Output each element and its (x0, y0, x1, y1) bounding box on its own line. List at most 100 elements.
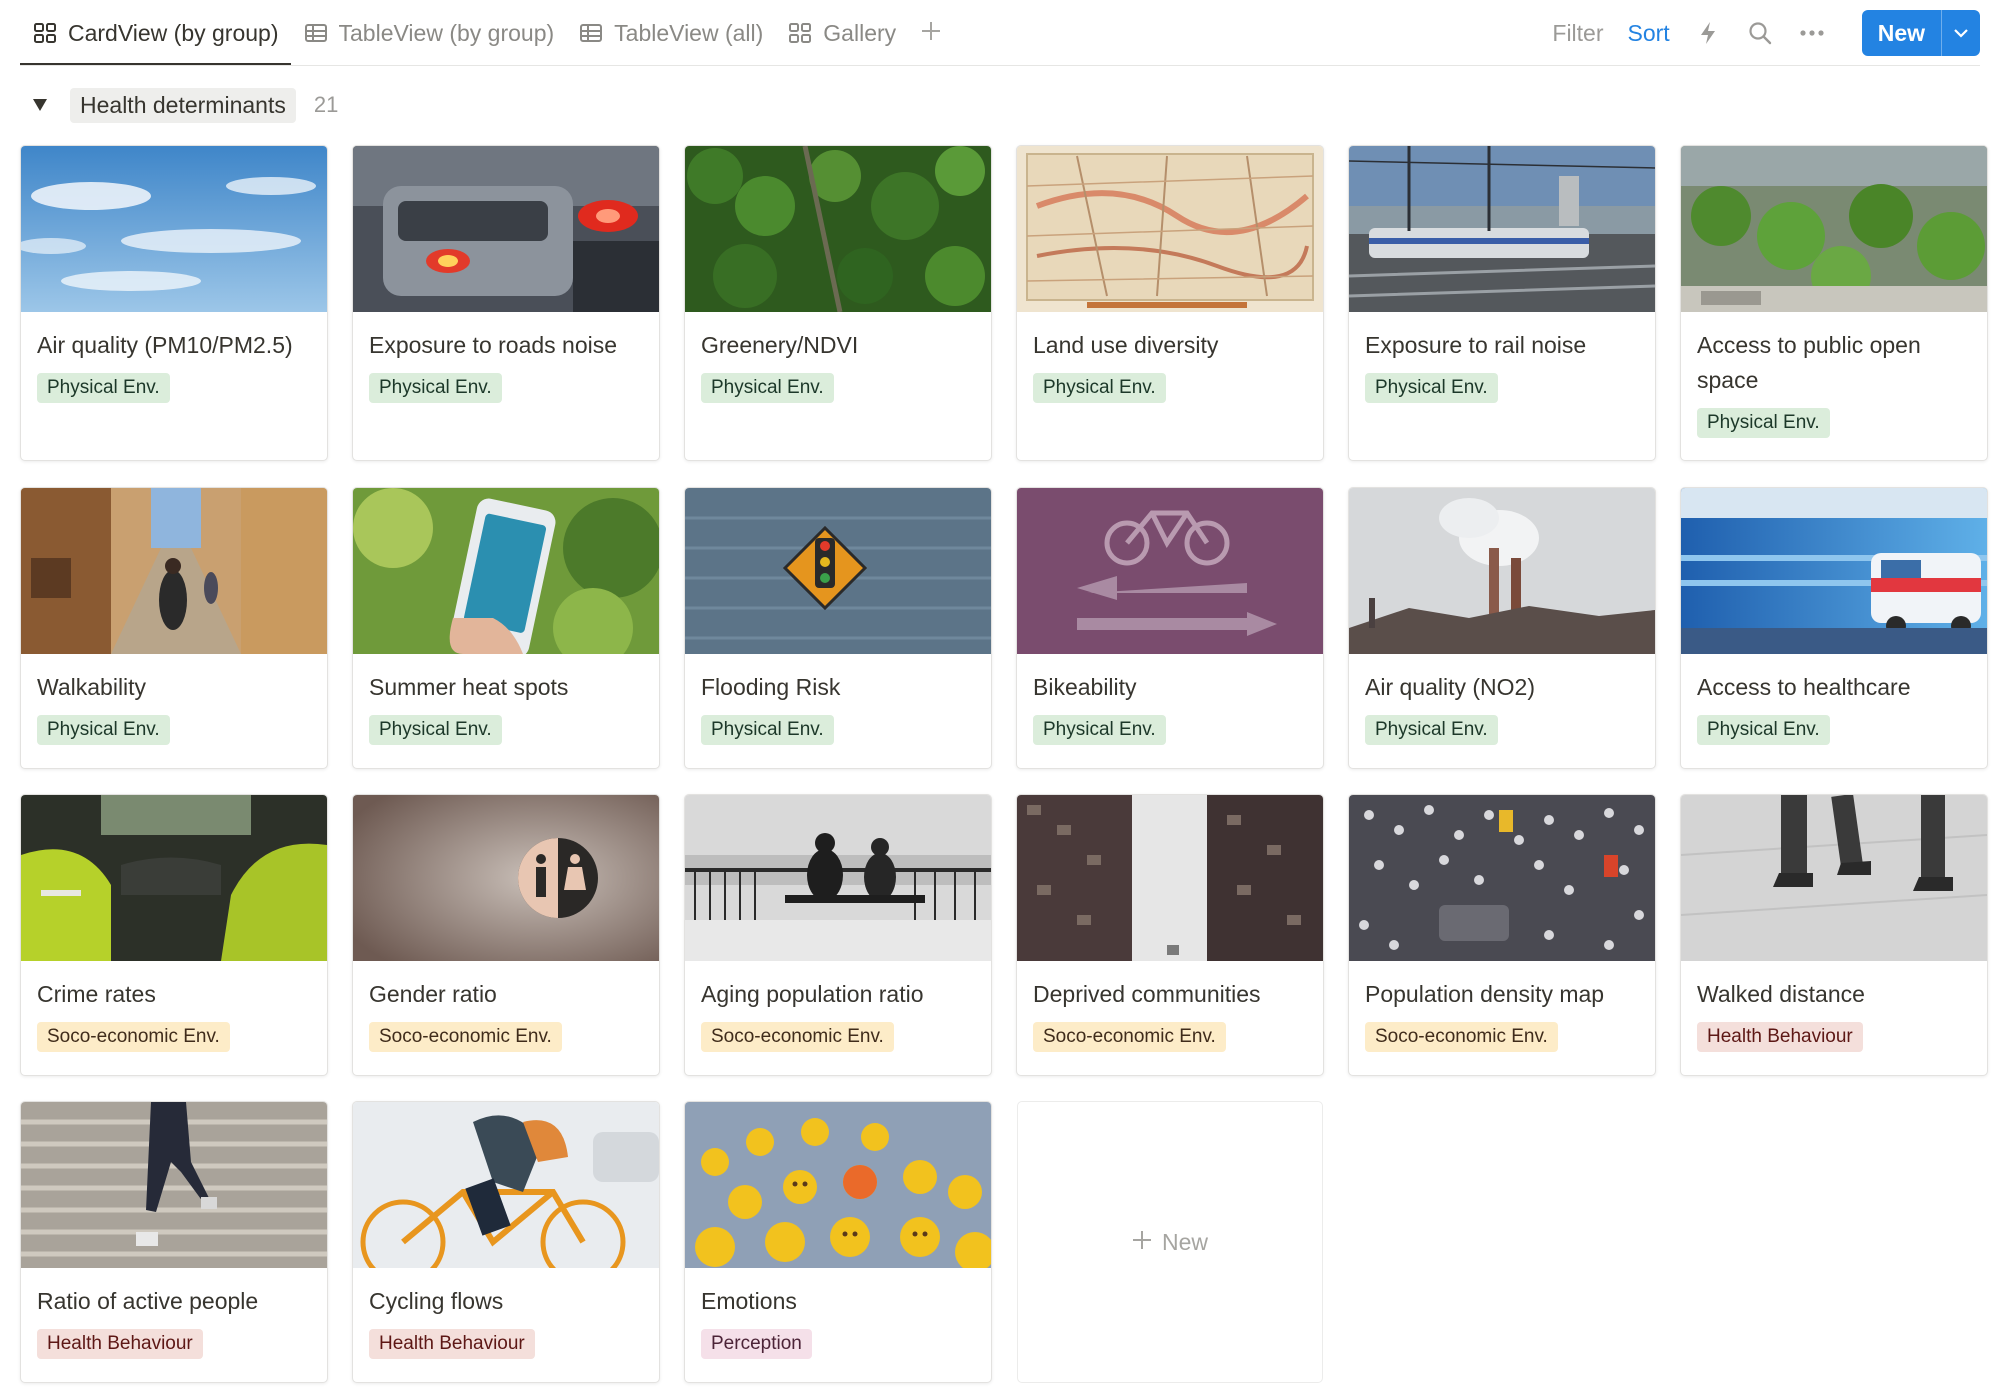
card-tag: Health Behaviour (1697, 1022, 1863, 1052)
card-cover-image (1681, 488, 1987, 654)
card-land-use-diversity[interactable]: Land use diversity Physical Env. (1016, 145, 1324, 461)
toolbar-divider (20, 65, 1980, 66)
card-cover-image (353, 146, 659, 312)
tab-label: Gallery (823, 19, 897, 46)
card-tag: Soco-economic Env. (1033, 1022, 1226, 1052)
card-cover-image (685, 795, 991, 961)
card-public-open-space[interactable]: Access to public open space Physical Env… (1680, 145, 1988, 461)
card-cover-image (1017, 146, 1323, 312)
card-title: Summer heat spots (369, 674, 569, 700)
card-walked-distance[interactable]: Walked distance Health Behaviour (1680, 794, 1988, 1076)
card-cover-image (21, 146, 327, 312)
card-cover-image (1349, 488, 1655, 654)
card-summer-heat-spots[interactable]: Summer heat spots Physical Env. (352, 487, 660, 769)
card-cover-image (685, 146, 991, 312)
card-roads-noise[interactable]: Exposure to roads noise Physical Env. (352, 145, 660, 461)
card-tag: Soco-economic Env. (1365, 1022, 1558, 1052)
card-title: Access to public open space (1697, 332, 1921, 393)
table-icon (303, 20, 329, 46)
tab-cardview-by-group[interactable]: CardView (by group) (20, 0, 291, 66)
card-title: Gender ratio (369, 981, 497, 1007)
group-header: Health determinants 21 (28, 86, 338, 124)
card-tag: Physical Env. (1697, 408, 1830, 438)
triangle-down-icon[interactable] (28, 93, 52, 117)
card-tag: Physical Env. (369, 715, 502, 745)
view-toolbar: CardView (by group) TableView (by group)… (0, 0, 2000, 66)
card-walkability[interactable]: Walkability Physical Env. (20, 487, 328, 769)
new-button[interactable]: New (1862, 10, 1941, 56)
card-emotions[interactable]: Emotions Perception (684, 1101, 992, 1383)
card-tag: Soco-economic Env. (701, 1022, 894, 1052)
tab-tableview-all[interactable]: TableView (all) (566, 0, 775, 66)
table-icon (578, 20, 604, 46)
card-air-quality-no2[interactable]: Air quality (NO2) Physical Env. (1348, 487, 1656, 769)
card-title: Land use diversity (1033, 332, 1219, 358)
card-cover-image (1017, 795, 1323, 961)
card-cover-image (1681, 795, 1987, 961)
card-title: Air quality (PM10/PM2.5) (37, 332, 293, 358)
view-tabs: CardView (by group) TableView (by group)… (20, 0, 954, 66)
card-title: Bikeability (1033, 674, 1137, 700)
lightning-icon[interactable] (1694, 19, 1722, 47)
card-tag: Physical Env. (1365, 715, 1498, 745)
card-title: Emotions (701, 1288, 797, 1314)
card-tag: Physical Env. (1697, 715, 1830, 745)
card-flooding-risk[interactable]: Flooding Risk Physical Env. (684, 487, 992, 769)
card-title: Population density map (1365, 981, 1605, 1007)
card-tag: Physical Env. (37, 373, 170, 403)
card-cover-image (1017, 488, 1323, 654)
card-tag: Soco-economic Env. (369, 1022, 562, 1052)
tab-tableview-by-group[interactable]: TableView (by group) (291, 0, 567, 66)
add-view-button[interactable] (908, 0, 954, 66)
card-population-density-map[interactable]: Population density map Soco-economic Env… (1348, 794, 1656, 1076)
card-greenery-ndvi[interactable]: Greenery/NDVI Physical Env. (684, 145, 992, 461)
card-tag: Physical Env. (1365, 373, 1498, 403)
card-cover-image (1349, 795, 1655, 961)
group-label[interactable]: Health determinants (70, 87, 296, 123)
card-tag: Physical Env. (701, 373, 834, 403)
card-bikeability[interactable]: Bikeability Physical Env. (1016, 487, 1324, 769)
search-icon[interactable] (1746, 19, 1774, 47)
card-tag: Physical Env. (701, 715, 834, 745)
card-ratio-of-active-people[interactable]: Ratio of active people Health Behaviour (20, 1101, 328, 1383)
card-aging-population-ratio[interactable]: Aging population ratio Soco-economic Env… (684, 794, 992, 1076)
new-card-label: New (1161, 1228, 1208, 1255)
card-title: Exposure to rail noise (1365, 332, 1587, 358)
card-title: Crime rates (37, 981, 156, 1007)
card-tag: Physical Env. (1033, 715, 1166, 745)
card-tag: Physical Env. (369, 373, 502, 403)
card-rail-noise[interactable]: Exposure to rail noise Physical Env. (1348, 145, 1656, 461)
card-deprived-communities[interactable]: Deprived communities Soco-economic Env. (1016, 794, 1324, 1076)
gallery-grid-icon (787, 20, 813, 46)
card-tag: Physical Env. (37, 715, 170, 745)
card-title: Flooding Risk (701, 674, 841, 700)
card-cover-image (353, 1102, 659, 1268)
card-title: Air quality (NO2) (1365, 674, 1535, 700)
card-title: Access to healthcare (1697, 674, 1911, 700)
view-actions: Filter Sort New (1552, 0, 1980, 66)
card-tag: Physical Env. (1033, 373, 1166, 403)
new-card-button[interactable]: New (1017, 1101, 1323, 1383)
card-tag: Soco-economic Env. (37, 1022, 230, 1052)
card-tag: Perception (701, 1329, 812, 1359)
card-cover-image (353, 795, 659, 961)
tab-gallery[interactable]: Gallery (775, 0, 908, 66)
card-gender-ratio[interactable]: Gender ratio Soco-economic Env. (352, 794, 660, 1076)
card-access-to-healthcare[interactable]: Access to healthcare Physical Env. (1680, 487, 1988, 769)
chevron-down-icon[interactable] (1941, 10, 1980, 56)
plus-icon (1132, 1229, 1152, 1256)
card-tag: Health Behaviour (369, 1329, 535, 1359)
new-button-group: New (1861, 10, 1980, 56)
sort-button[interactable]: Sort (1628, 20, 1670, 47)
more-dots-icon[interactable] (1798, 19, 1826, 47)
filter-button[interactable]: Filter (1552, 20, 1603, 47)
card-cycling-flows[interactable]: Cycling flows Health Behaviour (352, 1101, 660, 1383)
card-title: Ratio of active people (37, 1288, 259, 1314)
card-air-quality-pm[interactable]: Air quality (PM10/PM2.5) Physical Env. (20, 145, 328, 461)
card-crime-rates[interactable]: Crime rates Soco-economic Env. (20, 794, 328, 1076)
tab-label: TableView (all) (614, 19, 764, 46)
card-title: Greenery/NDVI (701, 332, 859, 358)
tab-label: CardView (by group) (68, 19, 279, 46)
card-title: Deprived communities (1033, 981, 1261, 1007)
card-title: Walked distance (1697, 981, 1865, 1007)
